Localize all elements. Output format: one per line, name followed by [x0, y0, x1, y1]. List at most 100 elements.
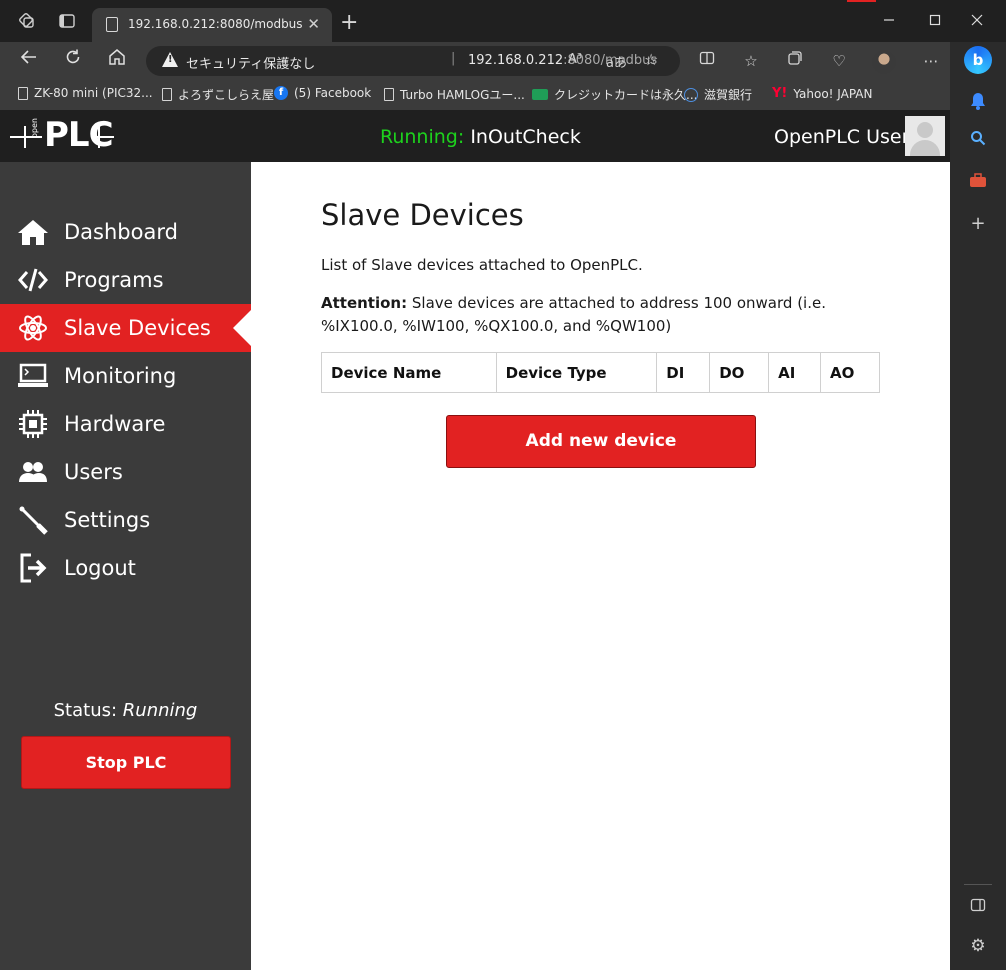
- url-text[interactable]: 192.168.0.212:8080/modbus: [468, 53, 657, 68]
- bookmarks-bar: ZK-80 mini (PIC32... よろずこしらえ屋 f (5) Faceb…: [0, 80, 950, 110]
- bookmark-item[interactable]: よろずこしらえ屋: [162, 86, 274, 103]
- facebook-icon: f: [274, 86, 288, 100]
- logout-icon: [16, 553, 50, 583]
- favorite-star-icon[interactable]: ☆: [644, 50, 658, 69]
- read-aloud-icon[interactable]: A³: [568, 52, 582, 67]
- more-icon[interactable]: ⋯: [920, 50, 942, 72]
- browser-tab-bar: 192.168.0.212:8080/modbus ✕ +: [0, 0, 1006, 42]
- sidebar: Dashboard Programs Slave Devices Monitor…: [0, 162, 251, 970]
- sidebar-layout-icon[interactable]: [968, 897, 988, 917]
- sidebar-item-monitoring[interactable]: Monitoring: [0, 352, 251, 400]
- sidebar-item-settings[interactable]: Settings: [0, 496, 251, 544]
- bell-icon[interactable]: [968, 92, 988, 112]
- collections-icon[interactable]: [784, 50, 806, 72]
- sidebar-item-label: Hardware: [64, 412, 166, 436]
- warning-icon[interactable]: [162, 52, 178, 67]
- active-tab[interactable]: 192.168.0.212:8080/modbus ✕: [92, 8, 332, 42]
- minimize-button[interactable]: [874, 8, 904, 34]
- translate-icon[interactable]: aあ: [606, 52, 627, 71]
- wrench-icon: [16, 505, 50, 535]
- edge-sidebar-divider: [964, 884, 992, 885]
- tab-title: 192.168.0.212:8080/modbus: [128, 17, 303, 31]
- column-header-ao[interactable]: AO: [820, 352, 880, 393]
- split-screen-icon[interactable]: [696, 50, 718, 72]
- sidebar-item-users[interactable]: Users: [0, 448, 251, 496]
- user-name[interactable]: OpenPLC User: [774, 126, 909, 148]
- monitor-icon: [16, 361, 50, 391]
- page-icon: [106, 17, 118, 32]
- sidebar-item-label: Dashboard: [64, 220, 178, 244]
- page-icon: [18, 86, 28, 100]
- sidebar-item-label: Logout: [64, 556, 136, 580]
- tab-actions-icon[interactable]: [58, 12, 76, 30]
- bookmark-item[interactable]: ZK-80 mini (PIC32...: [18, 86, 153, 100]
- column-header-device-name[interactable]: Device Name: [321, 352, 497, 393]
- code-icon: [16, 265, 50, 295]
- tab-close-icon[interactable]: ✕: [307, 15, 320, 33]
- openplc-page: open PLC Running: InOutCheck OpenPLC Use…: [0, 110, 950, 970]
- close-window-button[interactable]: [962, 8, 992, 34]
- bookmark-item[interactable]: Turbo HAMLOGユー...: [384, 86, 525, 103]
- address-separator: |: [451, 51, 456, 66]
- toolbox-icon[interactable]: [968, 172, 988, 192]
- bookmark-item[interactable]: f (5) Facebook: [274, 86, 371, 100]
- maximize-button[interactable]: [920, 8, 950, 34]
- favorites-icon[interactable]: ☆: [740, 50, 762, 72]
- new-tab-button[interactable]: +: [340, 10, 358, 35]
- page-title: Slave Devices: [321, 198, 524, 232]
- column-header-ai[interactable]: AI: [768, 352, 822, 393]
- add-sidebar-icon[interactable]: +: [968, 214, 988, 234]
- column-header-device-type[interactable]: Device Type: [495, 352, 658, 393]
- attention-note: Attention: Slave devices are attached to…: [321, 292, 841, 338]
- atom-icon: [16, 313, 50, 343]
- sidebar-item-logout[interactable]: Logout: [0, 544, 251, 592]
- sidebar-item-slave-devices[interactable]: Slave Devices: [0, 304, 251, 352]
- health-icon[interactable]: ♡: [828, 50, 850, 72]
- slave-devices-table: Device Name Device Type DI DO AI AO: [321, 352, 880, 393]
- add-new-device-button[interactable]: Add new device: [446, 415, 756, 468]
- bookmark-item[interactable]: クレジットカードは永久...: [532, 86, 697, 103]
- window-accent: [847, 0, 876, 2]
- users-icon: [16, 457, 50, 487]
- globe-icon: [684, 87, 698, 102]
- column-header-do[interactable]: DO: [709, 352, 770, 393]
- profile-avatar[interactable]: [872, 50, 896, 74]
- attention-label: Attention:: [321, 294, 408, 312]
- page-icon: [162, 88, 172, 101]
- running-label: Running:: [380, 126, 465, 148]
- status-value: Running: [122, 700, 198, 721]
- sidebar-item-label: Slave Devices: [64, 316, 211, 340]
- page-description: List of Slave devices attached to OpenPL…: [321, 256, 643, 274]
- home-icon[interactable]: [104, 48, 130, 74]
- chip-icon: [16, 409, 50, 439]
- app-header: open PLC Running: InOutCheck OpenPLC Use…: [0, 110, 950, 162]
- search-icon[interactable]: [968, 130, 988, 150]
- table-header-row: Device Name Device Type DI DO AI AO: [321, 352, 880, 393]
- browser-toolbar: セキュリティ保護なし | 192.168.0.212:8080/modbus A…: [0, 42, 1006, 80]
- user-avatar[interactable]: [905, 116, 945, 156]
- bookmark-item[interactable]: Y! Yahoo! JAPAN: [772, 86, 872, 101]
- sidebar-item-hardware[interactable]: Hardware: [0, 400, 251, 448]
- page-icon: [384, 88, 394, 101]
- openplc-logo: open PLC: [10, 115, 114, 156]
- home-icon: [16, 217, 50, 247]
- stop-plc-button[interactable]: Stop PLC: [21, 736, 231, 789]
- address-bar[interactable]: セキュリティ保護なし | 192.168.0.212:8080/modbus A…: [146, 46, 680, 76]
- refresh-icon[interactable]: [60, 48, 86, 74]
- bing-icon[interactable]: b: [964, 46, 992, 74]
- plc-run-status: Running: InOutCheck: [380, 126, 581, 148]
- workspaces-icon[interactable]: [18, 12, 36, 30]
- back-icon[interactable]: [16, 48, 42, 74]
- column-header-di[interactable]: DI: [656, 352, 711, 393]
- bookmark-item[interactable]: 滋賀銀行: [684, 86, 752, 103]
- sidebar-item-label: Monitoring: [64, 364, 177, 388]
- security-label[interactable]: セキュリティ保護なし: [186, 53, 315, 72]
- sidebar-item-dashboard[interactable]: Dashboard: [0, 208, 251, 256]
- sidebar-item-label: Programs: [64, 268, 164, 292]
- program-name: InOutCheck: [470, 126, 581, 148]
- sidebar-item-label: Settings: [64, 508, 151, 532]
- card-icon: [532, 89, 548, 100]
- settings-gear-icon[interactable]: ⚙: [968, 936, 988, 956]
- sidebar-item-programs[interactable]: Programs: [0, 256, 251, 304]
- sidebar-item-label: Users: [64, 460, 123, 484]
